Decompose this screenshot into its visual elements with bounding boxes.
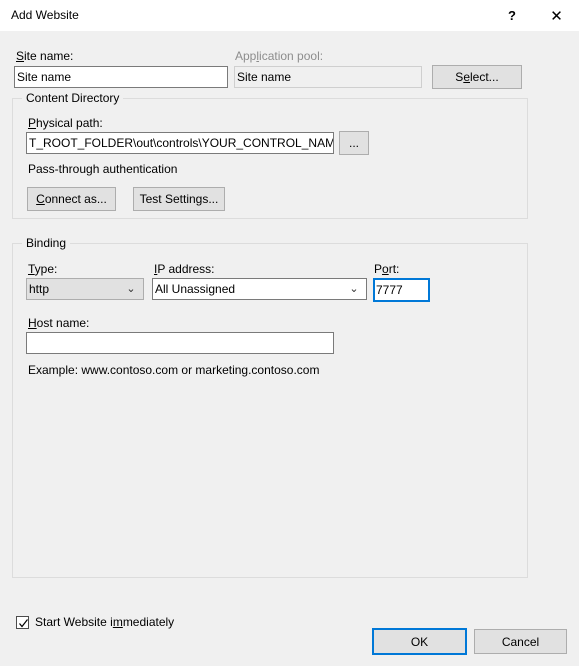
port-input-value: 7777 (376, 283, 403, 297)
host-name-input[interactable] (26, 332, 334, 354)
passthrough-authentication-text: Pass-through authentication (28, 162, 178, 176)
start-website-label: Start Website immediately (35, 615, 175, 629)
site-name-input[interactable]: Site name (14, 66, 228, 88)
application-pool-value: Site name (237, 70, 292, 84)
site-name-input-value: Site name (17, 70, 72, 84)
host-name-example-text: Example: www.contoso.com or marketing.co… (28, 363, 320, 377)
type-label: Type: (28, 262, 58, 276)
dialog-body: Site name: Site name Application pool: S… (0, 31, 579, 666)
window-title: Add Website (11, 8, 79, 22)
close-icon: ✕ (550, 7, 563, 25)
select-app-pool-button[interactable]: Select... (432, 65, 522, 89)
host-name-label: Host name: (28, 316, 90, 330)
type-combobox[interactable]: http ⌄ (26, 278, 144, 300)
ip-address-combobox-value: All Unassigned (155, 282, 236, 296)
title-bar: Add Website ? ✕ (0, 0, 579, 31)
ok-button[interactable]: OK (372, 628, 467, 655)
chevron-down-icon: ⌄ (349, 282, 359, 295)
start-website-checkbox-row[interactable]: Start Website immediately (16, 615, 174, 629)
ok-button-label: OK (410, 634, 429, 649)
port-label: Port: (374, 262, 400, 276)
ip-address-combobox[interactable]: All Unassigned ⌄ (152, 278, 367, 300)
type-combobox-value: http (29, 282, 50, 296)
site-name-label: Site name: (16, 49, 74, 63)
start-website-checkbox[interactable] (16, 615, 29, 629)
connect-as-button[interactable]: Connect as... (27, 187, 116, 211)
test-settings-button[interactable]: Test Settings... (133, 187, 225, 211)
physical-path-value: T_ROOT_FOLDER\out\controls\YOUR_CONTROL_… (29, 136, 334, 150)
physical-path-label: Physical path: (28, 116, 103, 130)
checkmark-icon (19, 618, 28, 627)
binding-group-title: Binding (22, 236, 71, 250)
cancel-button[interactable]: Cancel (474, 629, 567, 654)
physical-path-input[interactable]: T_ROOT_FOLDER\out\controls\YOUR_CONTROL_… (26, 132, 334, 154)
chevron-down-icon: ⌄ (126, 282, 136, 295)
close-button[interactable]: ✕ (534, 0, 579, 31)
help-button[interactable]: ? (492, 0, 532, 31)
content-directory-group-title: Content Directory (22, 91, 124, 105)
browse-physical-path-button[interactable]: ... (339, 131, 369, 155)
cancel-button-label: Cancel (501, 634, 540, 649)
application-pool-input: Site name (234, 66, 422, 88)
application-pool-label: Application pool: (235, 49, 324, 63)
port-input[interactable]: 7777 (373, 278, 430, 302)
ellipsis-icon: ... (348, 136, 359, 150)
question-mark-icon: ? (508, 8, 516, 23)
ip-address-label: IP address: (154, 262, 215, 276)
